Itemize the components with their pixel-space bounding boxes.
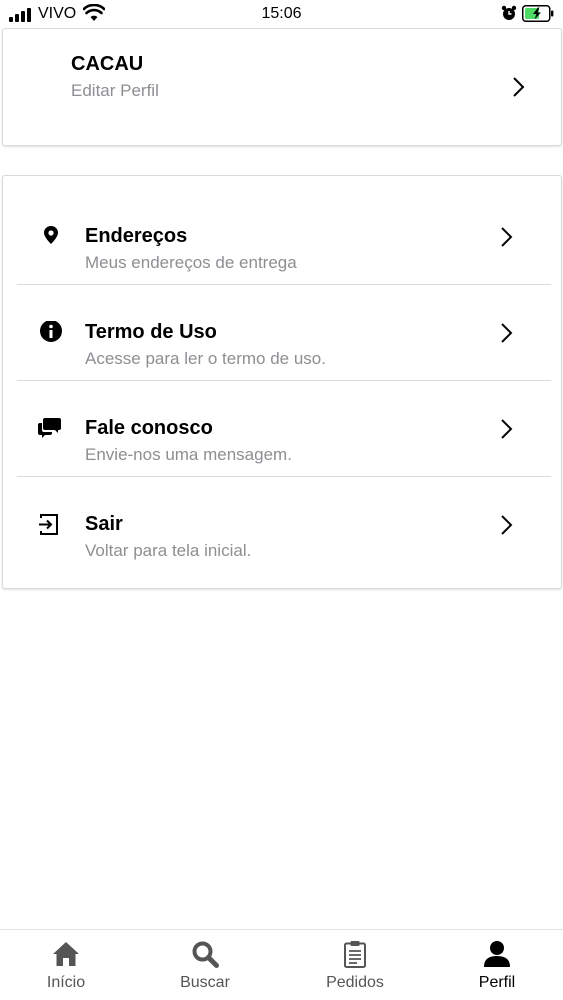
chat-icon xyxy=(37,417,65,445)
exit-icon xyxy=(37,513,65,541)
menu-item-title: Fale conosco xyxy=(85,417,213,439)
tab-inicio[interactable]: Início xyxy=(16,930,116,1000)
menu-item-addresses[interactable]: Endereços Meus endereços de entrega xyxy=(17,189,551,285)
menu-item-terms[interactable]: Termo de Uso Acesse para ler o termo de … xyxy=(17,285,551,381)
chevron-right-icon xyxy=(500,322,514,344)
home-icon xyxy=(53,942,79,966)
menu-item-title: Endereços xyxy=(85,225,188,247)
search-icon xyxy=(192,941,219,968)
tab-bar: Início Buscar Pedidos Perfil xyxy=(0,929,563,1000)
edit-profile-link[interactable]: Editar Perfil xyxy=(71,81,159,101)
menu-item-subtitle: Acesse para ler o termo de uso. xyxy=(85,349,326,368)
chevron-right-icon xyxy=(500,514,514,536)
menu-item-subtitle: Meus endereços de entrega xyxy=(85,253,297,272)
user-icon xyxy=(484,941,510,967)
profile-name: CACAU xyxy=(71,53,144,75)
tab-pedidos[interactable]: Pedidos xyxy=(305,930,405,1000)
alarm-icon xyxy=(501,5,517,20)
tab-label: Pedidos xyxy=(326,974,384,991)
chevron-right-icon xyxy=(500,418,514,440)
clock: 15:06 xyxy=(261,5,302,22)
tab-perfil[interactable]: Perfil xyxy=(447,930,547,1000)
tab-label: Perfil xyxy=(478,974,516,991)
menu-item-subtitle: Envie-nos uma mensagem. xyxy=(85,445,292,464)
tab-label: Buscar xyxy=(180,974,230,991)
status-bar: VIVO 15:06 xyxy=(0,0,563,28)
tab-label: Início xyxy=(46,974,86,991)
menu-item-contact[interactable]: Fale conosco Envie-nos uma mensagem. xyxy=(17,381,551,477)
tab-buscar[interactable]: Buscar xyxy=(155,930,255,1000)
menu-item-title: Sair xyxy=(85,513,123,535)
location-pin-icon xyxy=(37,225,65,253)
battery-icon xyxy=(522,5,554,22)
clipboard-icon xyxy=(344,941,366,968)
chevron-right-icon xyxy=(500,226,514,248)
menu-item-subtitle: Voltar para tela inicial. xyxy=(85,541,252,560)
chevron-right-icon xyxy=(512,76,526,98)
menu-card: Endereços Meus endereços de entrega Term… xyxy=(2,175,562,589)
info-icon xyxy=(37,321,65,349)
menu-item-title: Termo de Uso xyxy=(85,321,217,343)
menu-item-logout[interactable]: Sair Voltar para tela inicial. xyxy=(17,477,551,573)
profile-card[interactable]: CACAU Editar Perfil xyxy=(2,28,562,146)
